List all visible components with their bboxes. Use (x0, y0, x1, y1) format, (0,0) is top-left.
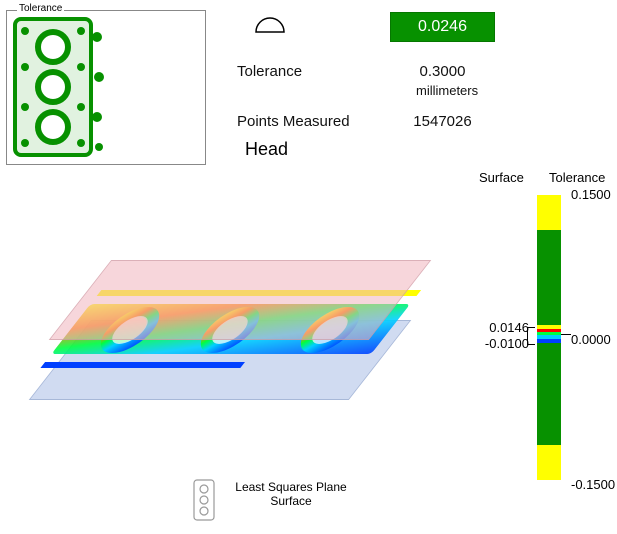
scale-min-label: -0.1500 (571, 477, 615, 492)
3d-visualization[interactable] (30, 260, 400, 440)
points-measured-label: Points Measured (237, 113, 350, 130)
thumbnail-content (13, 17, 199, 158)
result-value-box: 0.0246 (390, 12, 495, 42)
scale-center-tick (561, 334, 571, 335)
tolerance-value: 0.3000 (400, 63, 485, 80)
footer-part-icon (192, 478, 216, 525)
flatness-icon (252, 14, 288, 39)
part-thumbnail-icon (13, 17, 109, 157)
bar-seg-pos-green (537, 230, 561, 325)
thumbnail-panel: Tolerance (6, 10, 206, 165)
feature-name: Head (245, 139, 288, 160)
scale-zero-label: 0.0000 (571, 332, 611, 347)
range-high-label: 0.0146 (429, 320, 529, 335)
color-scale-bar (537, 220, 561, 480)
upper-plane (49, 260, 432, 340)
footer-line1: Least Squares Plane (226, 480, 356, 494)
points-measured-value: 1547026 (400, 113, 485, 130)
units-label: millimeters (416, 83, 478, 98)
bar-seg-neg-over (537, 445, 561, 480)
bar-seg-pos-over (537, 195, 561, 230)
range-low-label: -0.0100 (429, 336, 529, 351)
scale-max-label: 0.1500 (571, 187, 611, 202)
footer-caption: Least Squares Plane Surface (226, 480, 356, 508)
bar-seg-neg-green (537, 343, 561, 445)
thumbnail-label: Tolerance (17, 3, 64, 14)
tolerance-label: Tolerance (237, 63, 302, 80)
scale-header-tolerance: Tolerance (549, 170, 605, 185)
range-bracket-icon (527, 327, 535, 345)
footer-line2: Surface (226, 494, 356, 508)
color-scale-panel: Surface Tolerance 0.1500 0.0000 -0.1500 … (429, 170, 609, 490)
scale-header-surface: Surface (479, 170, 524, 185)
